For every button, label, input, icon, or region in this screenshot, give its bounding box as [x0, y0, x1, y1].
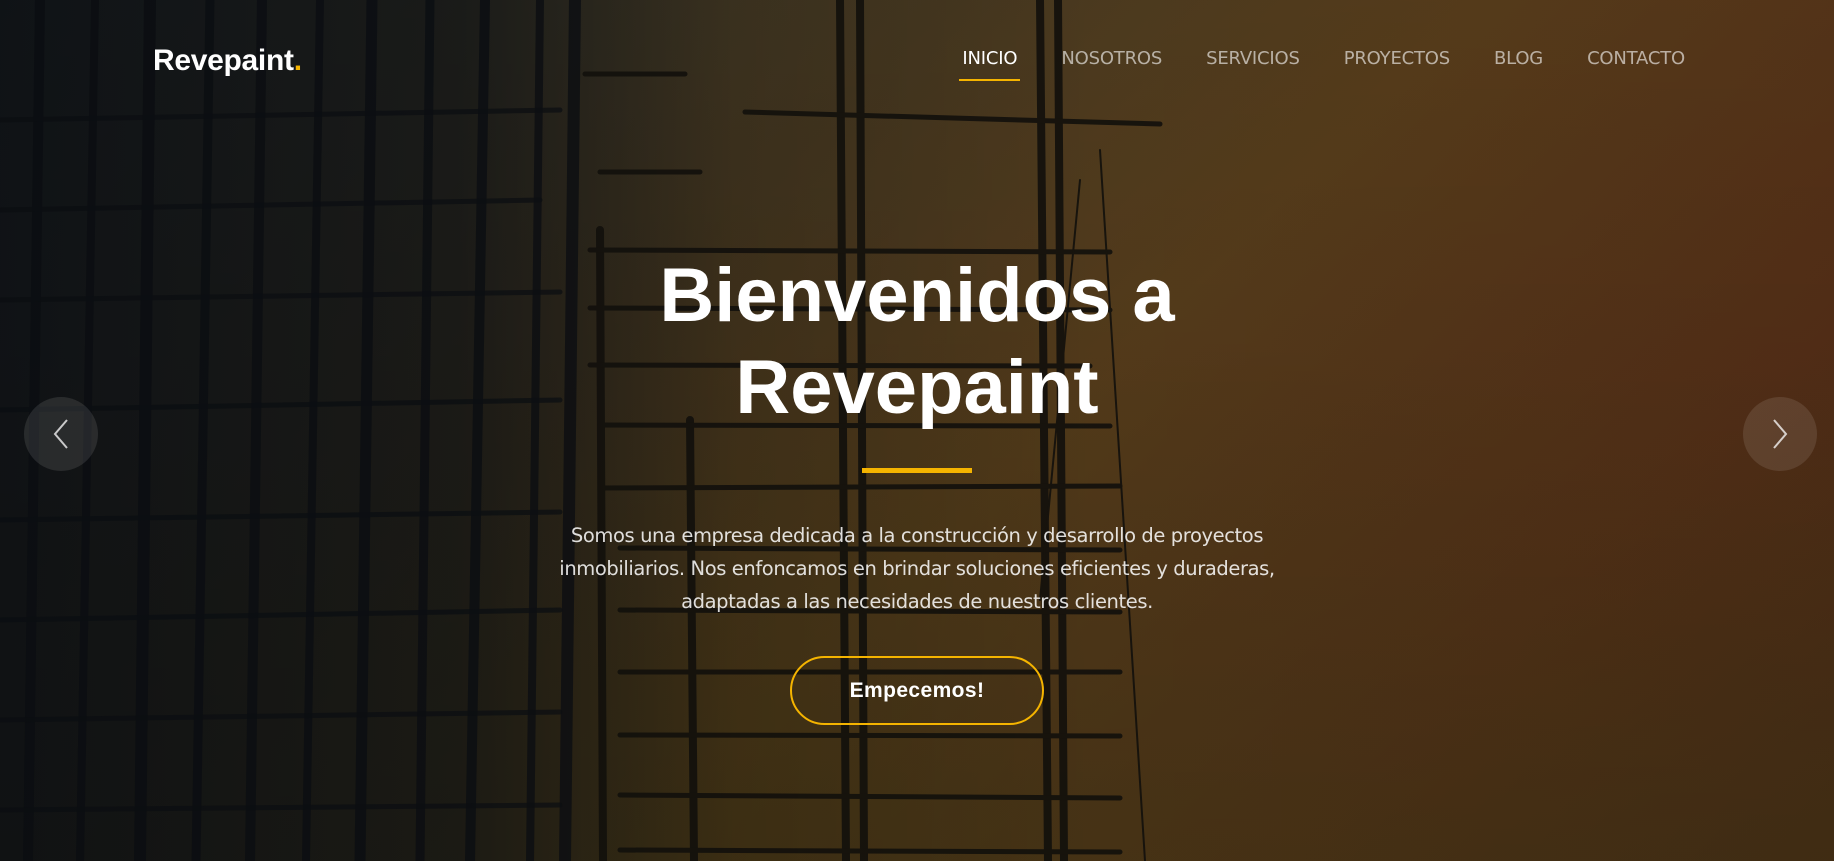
- nav-link-proyectos[interactable]: PROYECTOS: [1344, 48, 1450, 81]
- carousel-prev-button[interactable]: [24, 397, 98, 471]
- nav-link-blog[interactable]: BLOG: [1494, 48, 1543, 81]
- nav-link-nosotros[interactable]: NOSOTROS: [1061, 48, 1162, 81]
- nav-link-contacto[interactable]: CONTACTO: [1587, 48, 1685, 81]
- main-nav: INICIO NOSOTROS SERVICIOS PROYECTOS BLOG…: [959, 48, 1685, 81]
- nav-link-servicios[interactable]: SERVICIOS: [1206, 48, 1300, 81]
- hero-title: Bienvenidos a Revepaint: [659, 253, 1175, 430]
- hero-content: Bienvenidos a Revepaint Somos una empres…: [417, 250, 1417, 725]
- chevron-left-icon: [53, 419, 68, 449]
- chevron-right-icon: [1773, 419, 1788, 449]
- carousel-next-button[interactable]: [1743, 397, 1817, 471]
- brand-name: Revepaint: [153, 44, 294, 77]
- hero-divider: [862, 468, 972, 473]
- brand-dot: .: [293, 44, 302, 77]
- brand-logo[interactable]: Revepaint.: [153, 44, 302, 78]
- hero-description: Somos una empresa dedicada a la construc…: [559, 524, 1275, 613]
- cta-button[interactable]: Empecemos!: [790, 656, 1044, 725]
- nav-link-inicio[interactable]: INICIO: [959, 48, 1021, 81]
